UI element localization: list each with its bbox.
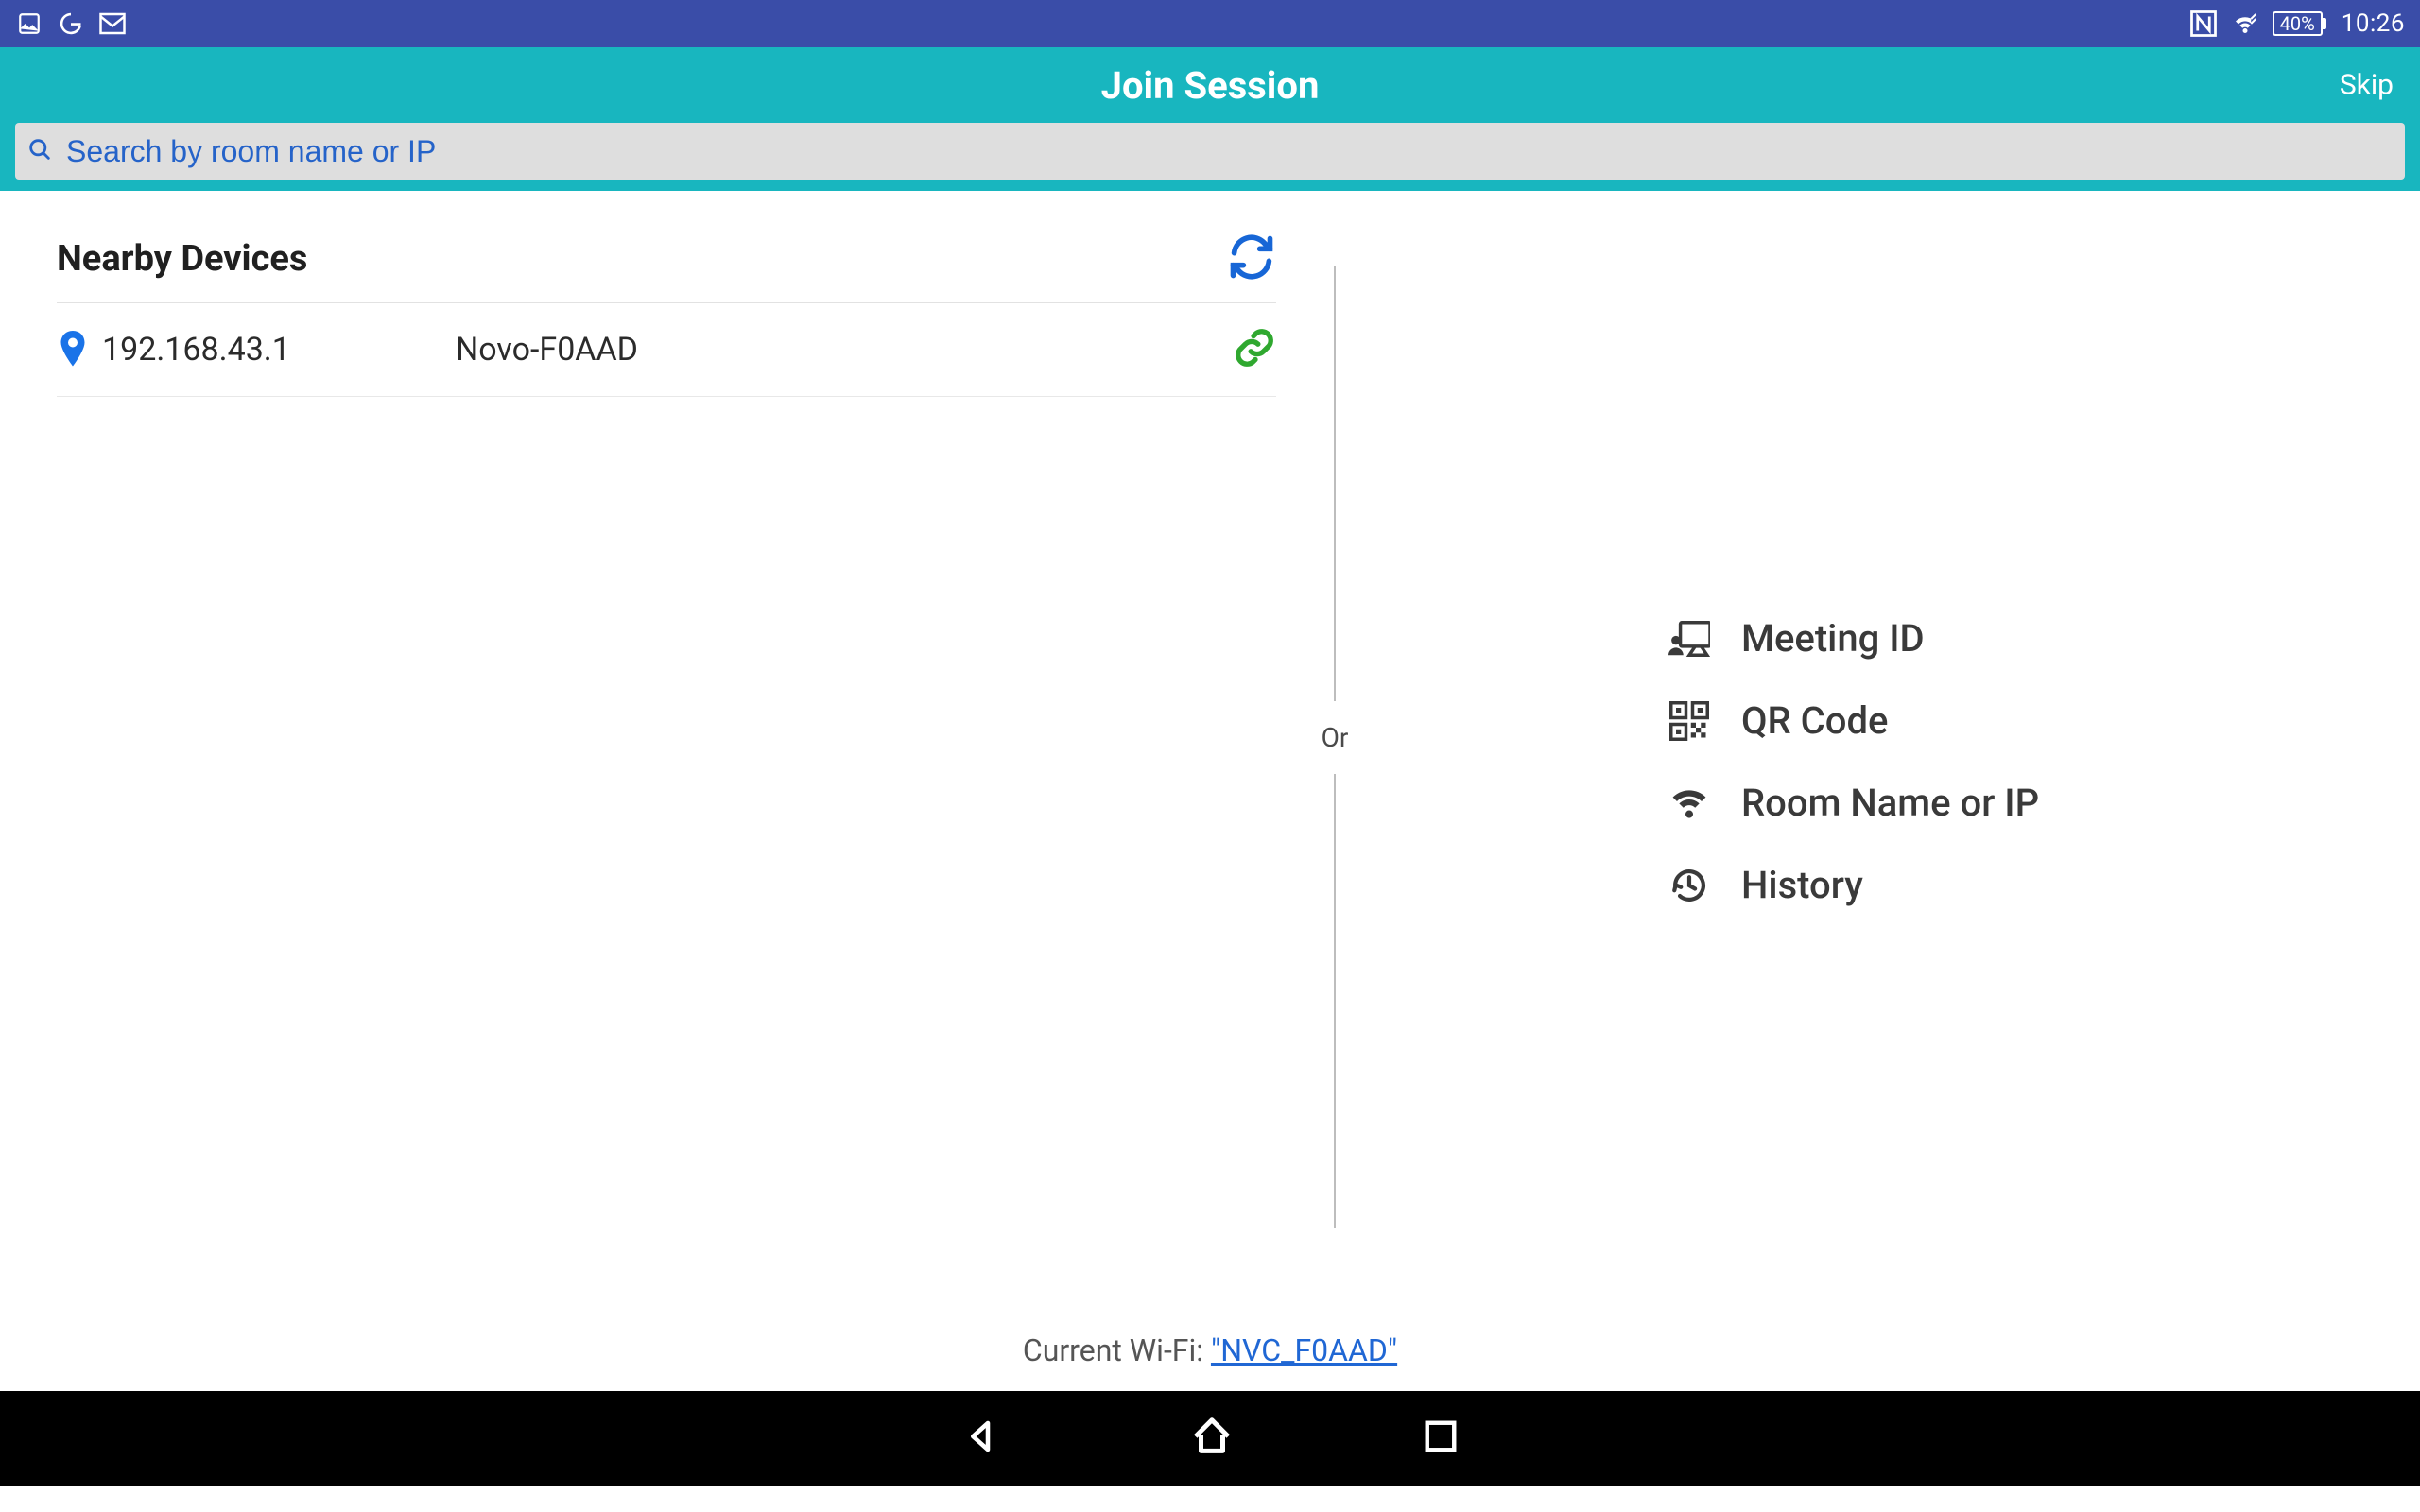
device-row[interactable]: 192.168.43.1 Novo-F0AAD <box>57 303 1276 397</box>
nav-home-button[interactable] <box>1190 1415 1234 1462</box>
page-title: Join Session <box>1101 63 1320 108</box>
refresh-button[interactable] <box>1227 232 1276 285</box>
wifi-icon <box>2231 9 2259 38</box>
option-label: Room Name or IP <box>1741 781 2039 825</box>
qr-code-icon <box>1668 699 1711 743</box>
option-label: History <box>1741 863 1863 907</box>
wifi-option-icon <box>1668 782 1711 825</box>
or-label: Or <box>1308 701 1362 774</box>
search-input[interactable] <box>66 134 2390 169</box>
history-icon <box>1668 864 1711 907</box>
device-ip: 192.168.43.1 <box>102 331 442 369</box>
meeting-id-icon <box>1668 617 1711 661</box>
option-meeting-id[interactable]: Meeting ID <box>1668 616 2039 661</box>
device-name: Novo-F0AAD <box>456 331 1219 369</box>
option-label: Meeting ID <box>1741 616 1925 661</box>
skip-button[interactable]: Skip <box>2340 69 2394 102</box>
image-icon <box>15 9 43 38</box>
option-history[interactable]: History <box>1668 863 2039 907</box>
vertical-divider: Or <box>1333 191 1337 1332</box>
title-bar: Join Session Skip <box>0 47 2420 123</box>
android-nav-bar <box>0 1391 2420 1486</box>
wifi-label: Current Wi-Fi: <box>1023 1332 1211 1368</box>
mail-icon <box>98 9 127 38</box>
nav-back-button[interactable] <box>961 1417 1001 1460</box>
nav-recent-button[interactable] <box>1423 1418 1459 1458</box>
current-wifi-footer: Current Wi-Fi: "NVC_F0AAD" <box>0 1332 2420 1391</box>
nfc-icon <box>2189 9 2218 38</box>
search-bar[interactable] <box>15 123 2405 180</box>
connect-link-icon[interactable] <box>1233 326 1276 373</box>
google-icon <box>57 9 85 38</box>
status-clock: 10:26 <box>2342 9 2405 38</box>
search-icon <box>26 136 53 166</box>
nearby-devices-heading: Nearby Devices <box>57 238 307 280</box>
battery-indicator: 40% <box>2273 11 2323 36</box>
option-label: QR Code <box>1741 698 1888 743</box>
location-pin-icon <box>57 331 89 369</box>
wifi-ssid-link[interactable]: "NVC_F0AAD" <box>1211 1332 1397 1368</box>
option-qr-code[interactable]: QR Code <box>1668 698 2039 743</box>
android-status-bar: 40% 10:26 <box>0 0 2420 47</box>
option-room-name-ip[interactable]: Room Name or IP <box>1668 781 2039 825</box>
